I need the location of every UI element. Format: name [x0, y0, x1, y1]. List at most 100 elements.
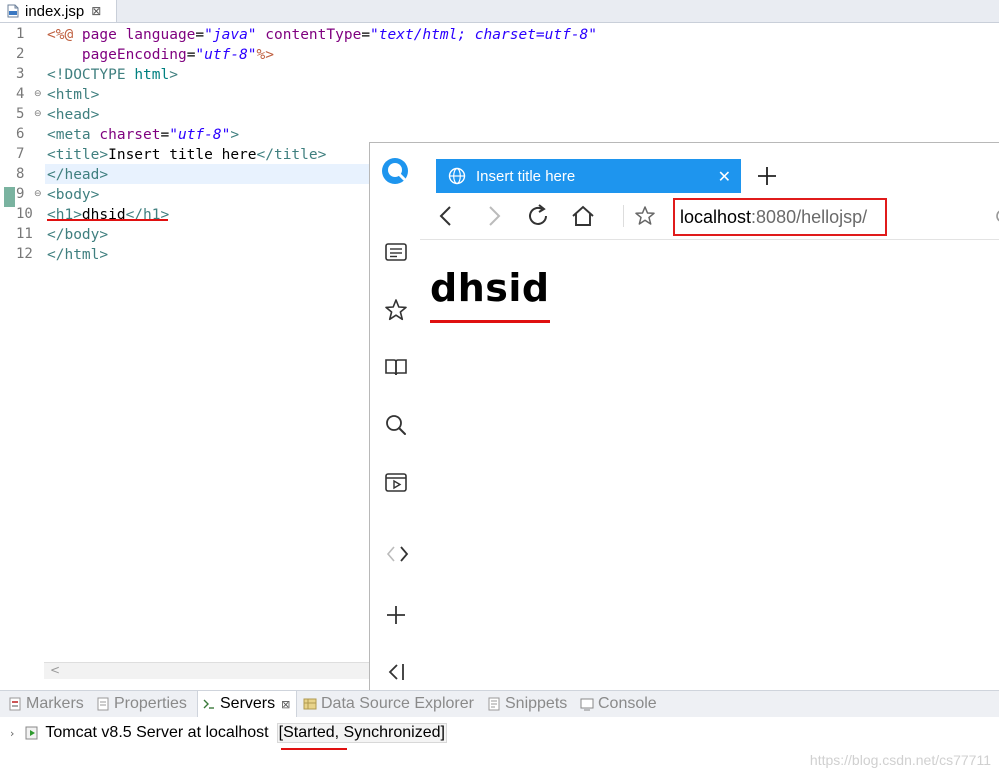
address-bar[interactable]: localhost:8080/hellojsp/	[673, 198, 887, 236]
code-line: <%@ page language="java" contentType="te…	[47, 25, 597, 45]
server-status: [Started, Synchronized]	[276, 723, 447, 743]
tab-console[interactable]: Console	[580, 691, 657, 717]
code-token: pageEncoding	[81, 47, 187, 63]
snippets-icon	[488, 697, 500, 711]
search-icon[interactable]	[383, 412, 409, 438]
sidebar-collapse-prev-icon[interactable]	[383, 541, 409, 567]
code-token: "utf-8"	[169, 127, 231, 143]
server-name: Tomcat v8.5 Server at localhost	[45, 724, 269, 741]
code-token: DOCTYPE	[64, 67, 135, 83]
watermark-text: https://blog.csdn.net/cs77711	[809, 752, 991, 768]
tab-snippets[interactable]: Snippets	[487, 691, 567, 717]
horizontal-scrollbar[interactable]: <	[44, 662, 370, 679]
video-icon[interactable]	[383, 469, 409, 495]
home-icon[interactable]	[570, 203, 596, 229]
nav-divider	[623, 205, 624, 227]
red-annotation-underline	[430, 320, 550, 323]
new-tab-plus-icon[interactable]	[754, 163, 780, 189]
servers-icon	[203, 699, 214, 709]
code-token: =	[361, 27, 371, 43]
server-tree-item[interactable]: › Tomcat v8.5 Server at localhost [Start…	[10, 723, 447, 743]
book-icon[interactable]	[383, 354, 409, 380]
code-line: <h1>dhsid</h1>	[47, 205, 169, 225]
browser-logo-icon[interactable]	[381, 157, 410, 186]
reading-list-icon[interactable]	[383, 239, 409, 265]
browser-nav-bar: localhost:8080/hellojsp/	[420, 193, 999, 240]
tab-servers[interactable]: Servers ⊠	[197, 691, 298, 717]
code-token: "text/html; charset=utf-8"	[370, 27, 598, 43]
code-line: </body>	[47, 225, 108, 245]
console-icon	[580, 698, 594, 711]
code-token: </html>	[47, 247, 109, 263]
close-icon[interactable]: ✕	[718, 167, 731, 186]
tab-markers-label: Markers	[26, 695, 84, 712]
collapse-sidebar-icon[interactable]	[383, 659, 409, 685]
code-token: =	[195, 27, 205, 43]
url-host-text: localhost	[680, 206, 752, 227]
code-line: <html>	[47, 85, 99, 105]
code-token: =	[160, 127, 170, 143]
editor-tab-index-jsp[interactable]: index.jsp ⊠	[0, 0, 117, 22]
code-line: pageEncoding="utf-8"%>	[47, 45, 274, 65]
back-arrow-icon[interactable]	[434, 203, 460, 229]
fold-toggle-icon[interactable]: ⊖	[34, 109, 42, 119]
code-token: </title>	[256, 147, 327, 163]
code-token: </body>	[47, 227, 109, 243]
code-token: </head>	[47, 167, 109, 183]
code-token: <%@	[47, 27, 82, 43]
red-annotation-underline	[281, 748, 347, 750]
tab-properties-label: Properties	[114, 695, 187, 712]
browser-tab-title: Insert title here	[476, 167, 576, 185]
line-number: 3	[16, 66, 25, 82]
bottom-panel-tabs: Markers Properties Servers ⊠ Data Source…	[0, 690, 999, 717]
code-token: <html>	[47, 87, 100, 103]
gear-icon[interactable]	[993, 206, 999, 226]
tab-markers[interactable]: Markers	[8, 691, 84, 717]
fold-toggle-icon[interactable]: ⊖	[34, 189, 42, 199]
close-tab-icon[interactable]: ⊠	[281, 698, 290, 711]
bookmark-star-icon[interactable]	[632, 203, 658, 229]
code-token: <body>	[47, 187, 100, 203]
line-number: 1	[16, 26, 25, 42]
chevron-right-icon[interactable]: ›	[10, 727, 14, 740]
close-tab-icon[interactable]: ⊠	[91, 4, 101, 18]
code-token: charset	[99, 127, 161, 143]
browser-tab-active[interactable]: Insert title here ✕	[436, 159, 741, 193]
markers-icon	[9, 697, 21, 711]
browser-sidebar	[370, 143, 420, 696]
code-token: contentType	[265, 27, 362, 43]
web-page-content: dhsid	[420, 240, 999, 696]
tomcat-server-icon	[25, 726, 38, 740]
code-token: <!	[47, 67, 65, 83]
refresh-icon[interactable]	[525, 203, 551, 229]
scroll-left-icon[interactable]: <	[50, 663, 60, 677]
url-path-text: :8080/hellojsp/	[751, 206, 868, 227]
editor-tab-strip: index.jsp ⊠	[0, 0, 999, 23]
favorites-star-icon[interactable]	[383, 297, 409, 323]
code-token: <meta	[47, 127, 100, 143]
line-number: 11	[16, 226, 33, 242]
code-line: <body>	[47, 185, 99, 205]
add-icon[interactable]	[383, 602, 409, 628]
tab-data-source-explorer[interactable]: Data Source Explorer	[303, 691, 474, 717]
code-line: <head>	[47, 105, 99, 125]
code-token: <head>	[47, 107, 100, 123]
line-number: 7	[16, 146, 25, 162]
code-token: >	[169, 67, 178, 83]
code-line: <title>Insert title here</title>	[47, 145, 326, 165]
code-line: </head>	[47, 165, 108, 185]
code-token: %>	[256, 47, 274, 63]
code-line: <meta charset="utf-8">	[47, 125, 239, 145]
fold-toggle-icon[interactable]: ⊖	[34, 89, 42, 99]
forward-arrow-icon[interactable]	[480, 203, 506, 229]
database-icon	[303, 698, 317, 710]
tab-properties[interactable]: Properties	[96, 691, 187, 717]
properties-icon	[97, 697, 109, 711]
code-token: >	[230, 127, 240, 143]
page-heading: dhsid	[430, 266, 550, 310]
line-number: 8	[16, 166, 25, 182]
tab-snippets-label: Snippets	[505, 695, 568, 712]
jsp-file-icon	[7, 4, 19, 18]
